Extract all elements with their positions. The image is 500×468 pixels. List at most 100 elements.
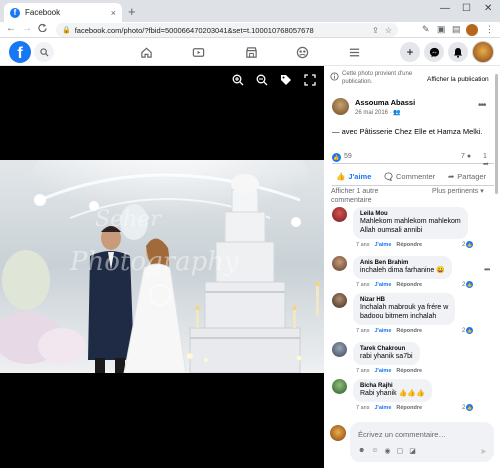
share-count[interactable]: 1 ➦ [483,153,494,168]
commenter-avatar[interactable] [332,256,347,271]
reload-button[interactable] [38,23,47,35]
bookmark-star-icon[interactable]: ☆ [385,26,392,35]
author-avatar[interactable] [332,98,349,115]
zoom-out-icon[interactable] [256,74,268,89]
comment-reply-link[interactable]: Répondre [396,328,422,334]
comment-text: Allah oumsali annibi [360,227,423,234]
post-options-icon[interactable]: ••• [478,100,486,111]
like-button[interactable]: 👍 J'aime [336,172,371,181]
post-date: 26 mai 2016 · 👥 [355,110,401,116]
comment-meta: 7 ans J'aime Répondre [356,242,422,248]
comment-meta: 7 ans J'aime Répondre [356,368,422,374]
chevron-down-icon: ▾ [480,188,484,195]
camera-icon[interactable]: ◉ [385,447,391,455]
comment-reactions[interactable]: 2 👍 [462,404,474,411]
show-more-comments-link[interactable]: Afficher 1 autre commentaire [331,187,419,205]
browser-tab[interactable]: f Facebook × [4,3,122,22]
avatar-sticker-icon[interactable]: ☻ [358,447,365,455]
comment-age: 7 ans [356,282,370,288]
comment-like-link[interactable]: J'aime [374,405,391,411]
comment-text: rabi yhanik sa7bi [360,353,413,360]
side-panel-icon[interactable]: ▣ [437,24,446,35]
comment-meta: 7 ans J'aime Répondre [356,405,422,411]
svg-text:Photography: Photography [69,247,239,277]
commenter-avatar[interactable] [332,342,347,357]
photo-viewer: Seher Photography [0,66,324,468]
zoom-in-icon[interactable] [232,74,244,89]
like-reaction-icon: 👍 [466,281,474,288]
comment-sort-dropdown[interactable]: Plus pertinents ▾ [432,187,492,196]
panel-scrollbar[interactable] [495,74,498,194]
commenter-avatar[interactable] [332,293,347,308]
home-icon [140,47,152,58]
post-author[interactable]: Assouma Abassi [355,98,415,107]
comment-like-link[interactable]: J'aime [374,368,391,374]
comment-reactions[interactable]: 2 👍 [462,327,474,334]
messenger-button[interactable] [424,42,444,62]
groups-nav-button[interactable] [294,44,310,60]
back-button[interactable]: ← [6,23,16,34]
watch-nav-button[interactable] [190,44,206,60]
install-icon[interactable]: ⇪ [372,26,379,35]
profile-avatar[interactable] [472,41,494,63]
view-publication-button[interactable]: Afficher la publication [427,76,489,83]
search-button[interactable] [34,42,54,62]
comment-button[interactable]: Commenter [384,172,435,181]
facebook-header: f + [0,38,500,66]
comment-reply-link[interactable]: Répondre [396,405,422,411]
close-window-button[interactable]: ✕ [484,3,492,14]
emoji-icon[interactable]: ☺ [371,447,378,455]
address-bar[interactable]: 🔒 facebook.com/photo/?fbid=5000664702030… [56,23,398,37]
comment-reply-link[interactable]: Répondre [396,242,422,248]
tag-icon[interactable] [280,74,292,89]
fullscreen-icon[interactable] [304,74,316,89]
home-nav-button[interactable] [138,44,154,60]
comment-reply-link[interactable]: Répondre [396,368,422,374]
tab-title: Facebook [25,8,61,17]
gif-icon[interactable]: ▢ [397,447,404,455]
sticker-icon[interactable]: ◪ [409,447,416,455]
audience-friends-icon: 👥 [393,110,401,116]
marketplace-nav-button[interactable] [243,44,259,60]
comment-count[interactable]: 7 ● [461,153,471,160]
comment-text: Mahlekom mahlekom mahlekom [360,218,461,225]
comment-like-link[interactable]: J'aime [374,242,391,248]
extensions-icon[interactable]: ✎ [422,24,430,35]
comment-age: 7 ans [356,242,370,248]
commenter-avatar[interactable] [332,379,347,394]
reading-list-icon[interactable]: ▤ [452,24,461,35]
bell-icon [454,47,462,58]
create-button[interactable]: + [400,42,420,62]
comment-reactions[interactable]: 2 👍 [462,281,474,288]
forward-button[interactable]: → [22,23,32,34]
browser-menu-icon[interactable]: ⋮ [485,24,494,35]
facebook-logo[interactable]: f [9,41,31,63]
comment-reactions[interactable]: 2 👍 [462,241,474,248]
comment-composer: Écrivez un commentaire… ☻ ☺ ◉ ▢ ◪ ➤ [330,422,494,462]
notifications-button[interactable] [448,42,468,62]
composer-tools: ☻ ☺ ◉ ▢ ◪ [358,447,416,455]
send-icon[interactable]: ➤ [480,447,487,456]
reload-icon [38,23,47,33]
new-tab-button[interactable]: + [128,4,136,19]
comment-placeholder: Écrivez un commentaire… [358,430,446,439]
comment-like-link[interactable]: J'aime [374,328,391,334]
comment-text: Rabi yhanik 👍👍👍 [360,390,425,397]
like-reaction-icon: 👍 [332,153,341,162]
minimize-button[interactable]: — [440,3,450,14]
comment-input[interactable]: Écrivez un commentaire… ☻ ☺ ◉ ▢ ◪ ➤ [350,422,494,462]
browser-profile-avatar[interactable] [466,24,478,36]
facebook-favicon-icon: f [10,7,20,18]
tab-close-icon[interactable]: × [111,8,116,18]
comment-reply-link[interactable]: Répondre [396,282,422,288]
menu-nav-button[interactable] [346,44,362,60]
current-user-avatar[interactable] [330,425,346,441]
maximize-button[interactable]: ☐ [462,3,471,14]
comment-bubble: Bicha Rajhi Rabi yhanik 👍👍👍 [353,379,432,402]
commenter-avatar[interactable] [332,207,347,222]
like-count[interactable]: 59 [344,153,352,160]
comment-like-link[interactable]: J'aime [374,282,391,288]
like-reaction-icon: 👍 [466,327,474,334]
comment-options-icon[interactable]: ••• [484,265,490,274]
share-button[interactable]: ➦ Partager [448,172,486,181]
